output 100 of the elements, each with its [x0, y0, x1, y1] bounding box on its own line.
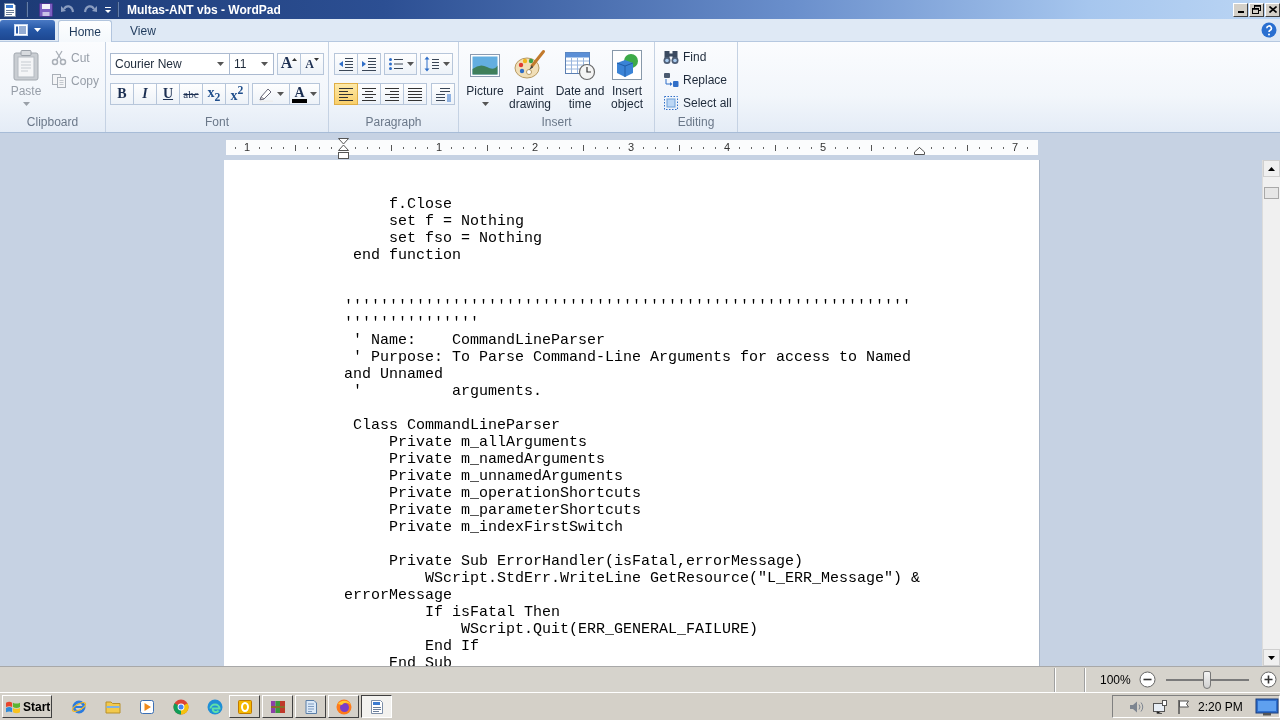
decrease-indent-button[interactable] [334, 53, 358, 75]
close-button[interactable] [1265, 2, 1280, 17]
align-center-icon [361, 86, 377, 102]
play-icon[interactable] [139, 698, 155, 715]
font-family-combobox[interactable]: Courier New [110, 53, 230, 75]
caret-icon [313, 58, 319, 61]
align-left-button[interactable] [334, 83, 358, 105]
object-button[interactable]: Insert object [607, 45, 647, 115]
window-title: Multas-ANT vbs - WordPad [127, 2, 281, 17]
zoom-level-text: 100% [1100, 672, 1131, 687]
code-line: Private m_unnamedArguments [389, 468, 624, 485]
caret-icon [442, 62, 450, 66]
code-line: WScript.StdErr.WriteLine GetResource("L_ERR_Message") & [425, 570, 921, 587]
scroll-thumb[interactable] [1264, 187, 1279, 199]
caret-icon [406, 62, 414, 66]
select-all-button[interactable]: Select all [661, 92, 737, 114]
calendar-clock-icon [564, 49, 596, 81]
grow-font-button[interactable]: A [277, 53, 301, 75]
code-line: f.Close [389, 196, 453, 213]
caret-icon[interactable] [104, 5, 112, 14]
bullet-list-icon [387, 56, 404, 72]
zoom-out-icon[interactable] [1138, 671, 1156, 688]
clock-text[interactable]: 2:20 PM [1198, 699, 1243, 714]
align-justify-button[interactable] [403, 83, 427, 105]
caret-icon [309, 92, 317, 96]
app-menu-button[interactable] [0, 20, 55, 40]
select-all-icon [663, 95, 679, 111]
bullet-list-button[interactable] [384, 53, 417, 75]
increase-indent-button[interactable] [357, 53, 381, 75]
strikethrough-button[interactable]: abc [179, 83, 203, 105]
group-label: Editing [676, 115, 716, 131]
paragraph-button[interactable] [431, 83, 455, 105]
scroll-down-button[interactable] [1263, 649, 1280, 666]
line-spacing-icon [423, 56, 440, 72]
find-button[interactable]: Find [661, 46, 737, 68]
line-spacing-button[interactable] [420, 53, 453, 75]
scroll-up-button[interactable] [1263, 160, 1280, 177]
code-line: Private m_allArguments [389, 434, 588, 451]
paragraph-icon [435, 86, 451, 102]
document-icon[interactable] [2, 1, 18, 18]
browser-icon[interactable] [173, 698, 189, 715]
caret-up-icon [292, 58, 298, 61]
picture-button[interactable]: Picture [463, 45, 507, 115]
italic-button[interactable]: I [133, 83, 157, 105]
group-label: Font [204, 115, 230, 131]
replace-button[interactable]: Replace [661, 69, 737, 91]
align-center-button[interactable] [357, 83, 381, 105]
group-label: Clipboard [25, 115, 80, 131]
document-icon [368, 698, 385, 715]
bold-button[interactable]: B [110, 83, 134, 105]
shrink-font-button[interactable]: A [300, 53, 324, 75]
ribbon-tab[interactable]: View [120, 20, 166, 41]
superscript-button[interactable]: x$^{2}$ [225, 83, 249, 105]
minimize-button[interactable] [1233, 2, 1248, 17]
indent-marker-icon[interactable] [914, 147, 925, 155]
caret-icon [217, 62, 224, 66]
underline-button[interactable]: U [156, 83, 180, 105]
monitor-icon[interactable] [1255, 697, 1279, 716]
font-size-combobox[interactable]: 11 [229, 53, 274, 75]
code-line: Class CommandLineParser [353, 417, 561, 434]
up-arrow-icon [1268, 166, 1275, 171]
font-color-button[interactable]: A [289, 83, 320, 105]
code-line: and Unnamed [344, 366, 444, 383]
indent-marker-icon[interactable] [338, 138, 349, 159]
code-line: If isFatal Then [425, 604, 561, 621]
books-icon [269, 698, 286, 715]
document-icon [14, 24, 28, 36]
code-line: End If [425, 638, 480, 655]
caret-icon [261, 62, 268, 66]
code-line: ''''''''''''''' [344, 315, 480, 332]
datetime-button[interactable]: Date and time [553, 45, 607, 115]
zoom-slider-thumb[interactable] [1203, 670, 1212, 689]
save-icon[interactable] [38, 1, 54, 18]
align-left-icon [338, 86, 354, 102]
align-right-button[interactable] [380, 83, 404, 105]
network-icon[interactable] [1152, 698, 1168, 715]
code-line: Private m_parameterShortcuts [389, 502, 642, 519]
group-label: Insert [540, 115, 573, 131]
restore-icon [1252, 5, 1261, 14]
browser-icon[interactable] [71, 698, 87, 715]
paint-button[interactable]: Paint drawing [507, 45, 553, 115]
binoculars-icon [663, 49, 679, 65]
highlight-button[interactable] [252, 83, 290, 105]
code-line: Private Sub ErrorHandler(isFatal,errorMessage) [389, 553, 804, 570]
code-line: end function [353, 247, 462, 264]
palette-icon [514, 49, 546, 81]
start-button[interactable]: Start [2, 695, 52, 718]
taskbar-button[interactable] [361, 695, 392, 718]
subscript-button[interactable]: x$_{2}$ [202, 83, 226, 105]
ribbon-tab[interactable]: Home [58, 20, 112, 42]
restore-button[interactable] [1249, 2, 1264, 17]
browser-icon [335, 698, 352, 715]
vertical-scrollbar[interactable] [1262, 160, 1280, 666]
zoom-in-icon[interactable] [1259, 671, 1277, 688]
code-line: Private m_indexFirstSwitch [389, 519, 624, 536]
code-line: WScript.Quit(ERR_GENERAL_FAILURE) [461, 621, 759, 638]
tile-icon [236, 698, 253, 715]
flag-icon[interactable] [1176, 698, 1192, 715]
help-icon[interactable] [1261, 22, 1277, 38]
replace-icon [663, 72, 679, 88]
